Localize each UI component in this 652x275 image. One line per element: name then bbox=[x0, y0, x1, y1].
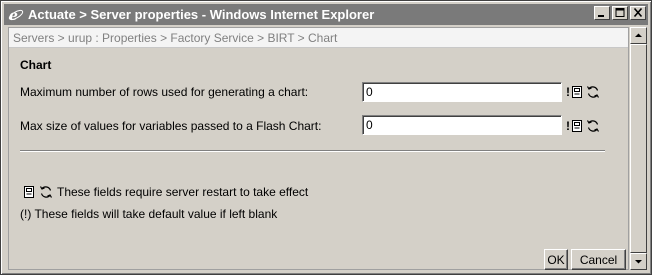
max-rows-input[interactable]: 0 bbox=[362, 82, 562, 102]
ie-icon: e bbox=[7, 6, 25, 24]
server-restart-icon bbox=[571, 86, 583, 98]
default-value-note: (!) These fields will take default value… bbox=[20, 207, 278, 221]
flash-chart-size-flags: ! bbox=[566, 118, 603, 134]
required-default-marker: ! bbox=[566, 85, 570, 99]
refresh-icon bbox=[39, 185, 53, 199]
section-divider bbox=[20, 150, 605, 152]
section-title: Chart bbox=[20, 58, 52, 72]
max-rows-label: Maximum number of rows used for generati… bbox=[20, 85, 309, 99]
scroll-up-button[interactable] bbox=[630, 27, 647, 44]
title-bar: e Actuate > Server properties - Windows … bbox=[4, 4, 648, 25]
vertical-scrollbar[interactable] bbox=[630, 27, 647, 270]
required-default-marker: ! bbox=[566, 119, 570, 133]
maximize-button[interactable] bbox=[612, 6, 628, 20]
max-rows-flags: ! bbox=[566, 84, 603, 100]
restart-note: These fields require server restart to t… bbox=[23, 185, 308, 199]
breadcrumb[interactable]: Servers > urup : Properties > Factory Se… bbox=[9, 28, 628, 48]
minimize-button[interactable] bbox=[594, 6, 610, 20]
flash-chart-size-input[interactable]: 0 bbox=[362, 115, 562, 135]
browser-window: e Actuate > Server properties - Windows … bbox=[0, 0, 652, 275]
properties-panel: Servers > urup : Properties > Factory Se… bbox=[8, 27, 629, 270]
server-restart-icon bbox=[23, 186, 35, 198]
server-restart-icon bbox=[571, 120, 583, 132]
close-button[interactable] bbox=[630, 6, 646, 20]
flash-chart-size-label: Max size of values for variables passed … bbox=[20, 119, 322, 133]
refresh-icon bbox=[586, 85, 600, 99]
scrollbar-thumb[interactable] bbox=[630, 44, 647, 253]
scroll-down-button[interactable] bbox=[630, 253, 647, 270]
window-title: Actuate > Server properties - Windows In… bbox=[28, 7, 375, 22]
cancel-button[interactable]: Cancel bbox=[571, 249, 626, 270]
refresh-icon bbox=[586, 119, 600, 133]
ok-button[interactable]: OK bbox=[544, 249, 568, 270]
restart-note-text: These fields require server restart to t… bbox=[57, 185, 309, 199]
window-controls bbox=[594, 6, 646, 20]
